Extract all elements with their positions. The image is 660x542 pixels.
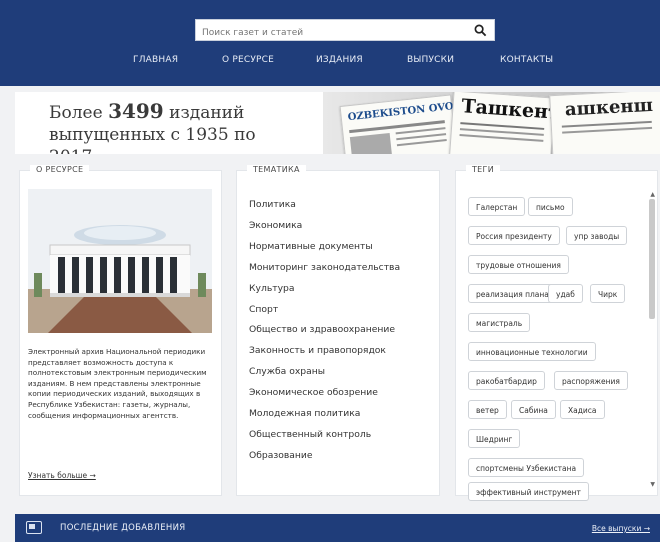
- site-header: ГЛАВНАЯ О РЕСУРСЕ ИЗДАНИЯ ВЫПУСКИ КОНТАК…: [0, 0, 660, 86]
- tags-scrollbar-thumb[interactable]: [649, 199, 655, 319]
- all-issues-link[interactable]: Все выпуски →: [592, 524, 650, 533]
- tag-item[interactable]: трудовые отношения: [468, 255, 569, 274]
- banner-headline: Более 3499 изданий выпущенных с 1935 по …: [49, 100, 299, 154]
- latest-additions-title: ПОСЛЕДНИЕ ДОБАВЛЕНИЯ: [60, 523, 186, 533]
- latest-additions-bar: ПОСЛЕДНИЕ ДОБАВЛЕНИЯ Все выпуски →: [15, 514, 660, 542]
- topics-list: Политика Экономика Нормативные документы…: [249, 195, 400, 467]
- newspaper-3-title: ашкенш: [564, 94, 654, 121]
- tags-panel: ТЕГИ Галерстан письмо Россия президенту …: [455, 165, 658, 501]
- tag-item[interactable]: магистраль: [468, 313, 531, 332]
- main-nav: ГЛАВНАЯ О РЕСУРСЕ ИЗДАНИЯ ВЫПУСКИ КОНТАК…: [0, 55, 660, 71]
- tag-item[interactable]: распоряжения: [554, 371, 628, 390]
- topic-item[interactable]: Спорт: [249, 300, 400, 321]
- scroll-down-icon[interactable]: ▼: [650, 481, 655, 488]
- search-bar: [195, 19, 495, 43]
- nav-about[interactable]: О РЕСУРСЕ: [222, 55, 274, 65]
- about-panel: О РЕСУРСЕ Электронный архив Национальной…: [19, 165, 222, 496]
- nav-issues[interactable]: ВЫПУСКИ: [407, 55, 454, 65]
- topic-item[interactable]: Служба охраны: [249, 362, 400, 383]
- nav-contacts[interactable]: КОНТАКТЫ: [500, 55, 553, 65]
- building-image: [28, 189, 212, 333]
- tag-item[interactable]: инновационные технологии: [468, 342, 596, 361]
- newspaper-2-title: Ташкент: [460, 95, 561, 124]
- tag-item[interactable]: Галерстан: [468, 197, 526, 216]
- newspaper-3: ашкенш: [549, 92, 660, 154]
- banner-suffix: изданий: [163, 103, 245, 123]
- tag-item[interactable]: удаб: [548, 284, 583, 303]
- newspaper-1: OZBEKISTON OVOZI: [339, 94, 466, 154]
- tag-item[interactable]: Сабина: [511, 400, 556, 419]
- topics-panel: ТЕМАТИКА Политика Экономика Нормативные …: [236, 165, 440, 496]
- banner-prefix: Более: [49, 103, 109, 123]
- newspapers-collage: OZBEKISTON OVOZI Ташкент ашкенш: [323, 92, 660, 154]
- topic-item[interactable]: Общественный контроль: [249, 425, 400, 446]
- topic-item[interactable]: Политика: [249, 195, 400, 216]
- nav-editions[interactable]: ИЗДАНИЯ: [316, 55, 363, 65]
- banner-count: 3499: [108, 99, 164, 123]
- building-photo: [28, 189, 212, 333]
- tag-item[interactable]: ветер: [468, 400, 507, 419]
- tag-item[interactable]: Россия президенту: [468, 226, 560, 245]
- search-input[interactable]: [196, 23, 472, 43]
- topic-item[interactable]: Нормативные документы: [249, 237, 400, 258]
- banner-subline: выпущенных с 1935 по 2017: [49, 125, 256, 154]
- topic-item[interactable]: Культура: [249, 279, 400, 300]
- topic-item[interactable]: Законность и правопорядок: [249, 341, 400, 362]
- topic-item[interactable]: Мониторинг законодательства: [249, 258, 400, 279]
- topic-item[interactable]: Молодежная политика: [249, 404, 400, 425]
- topic-item[interactable]: Общество и здравоохранение: [249, 320, 400, 341]
- topic-item[interactable]: Экономическое обозрение: [249, 383, 400, 404]
- tag-item[interactable]: Чирк: [590, 284, 626, 303]
- topic-item[interactable]: Экономика: [249, 216, 400, 237]
- hero-banner: Более 3499 изданий выпущенных с 1935 по …: [15, 92, 660, 154]
- newspaper-1-title: OZBEKISTON OVOZI: [347, 99, 467, 124]
- about-description: Электронный архив Национальной периодики…: [28, 347, 207, 420]
- scroll-up-icon[interactable]: ▲: [650, 191, 655, 198]
- topics-title: ТЕМАТИКА: [247, 165, 306, 174]
- tag-item[interactable]: реализация плана: [468, 284, 557, 303]
- about-title: О РЕСУРСЕ: [30, 165, 90, 174]
- nav-home[interactable]: ГЛАВНАЯ: [133, 55, 178, 65]
- newspaper-2: Ташкент: [448, 92, 560, 154]
- search-icon[interactable]: [474, 24, 487, 37]
- tag-item[interactable]: ракобатбардир: [468, 371, 545, 390]
- tag-item[interactable]: Xадиса: [560, 400, 605, 419]
- tag-item[interactable]: упр заводы: [566, 226, 628, 245]
- learn-more-link[interactable]: Узнать больше →: [28, 471, 96, 480]
- topic-item[interactable]: Образование: [249, 446, 400, 467]
- tag-item[interactable]: письмо: [528, 197, 573, 216]
- tag-item[interactable]: спортсмены Узбекистана: [468, 458, 585, 477]
- tag-item[interactable]: эффективный инструмент: [468, 482, 589, 501]
- tags-title: ТЕГИ: [466, 165, 501, 174]
- tag-item[interactable]: Шедринг: [468, 429, 521, 448]
- newspaper-icon: [26, 521, 42, 534]
